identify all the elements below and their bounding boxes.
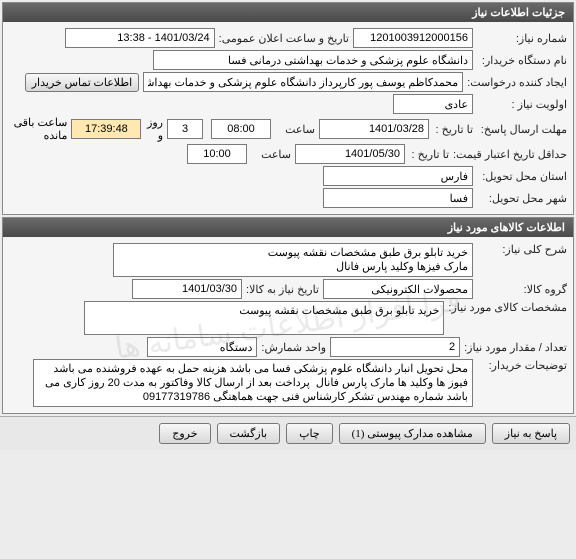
price-valid-time-field[interactable] — [187, 144, 247, 164]
need-info-panel: جزئیات اطلاعات نیاز شماره نیاز: تاریخ و … — [2, 2, 574, 215]
buyer-org-field[interactable] — [153, 50, 473, 70]
priority-label: اولویت نیاز : — [477, 98, 567, 111]
action-bar: پاسخ به نیاز مشاهده مدارک پیوستی (1) چاپ… — [0, 416, 576, 450]
item-spec-field[interactable] — [84, 301, 444, 335]
city-field[interactable] — [323, 188, 473, 208]
days-label: روز و — [145, 116, 163, 142]
announce-field[interactable] — [65, 28, 215, 48]
time-label-1: ساعت — [275, 123, 315, 136]
to-date-label-2: تا تاریخ : — [409, 148, 449, 161]
buyer-note-field[interactable] — [33, 359, 473, 407]
need-no-label: شماره نیاز: — [477, 32, 567, 45]
creator-field[interactable] — [143, 72, 463, 92]
unit-label: واحد شمارش: — [261, 341, 326, 354]
deadline-date-field[interactable] — [319, 119, 429, 139]
desc-field[interactable] — [113, 243, 473, 277]
items-info-header: اطلاعات کالاهای مورد نیاز — [3, 218, 573, 237]
contact-buyer-button[interactable]: اطلاعات تماس خریدار — [25, 73, 139, 92]
qty-field[interactable] — [330, 337, 460, 357]
buyer-org-label: نام دستگاه خریدار: — [477, 54, 567, 67]
deadline-label: مهلت ارسال پاسخ: — [477, 123, 567, 136]
need-info-header: جزئیات اطلاعات نیاز — [3, 3, 573, 22]
deadline-time-field[interactable] — [211, 119, 271, 139]
group-label: گروه کالا: — [477, 283, 567, 296]
creator-label: ایجاد کننده درخواست: — [467, 76, 567, 89]
need-date-field[interactable] — [132, 279, 242, 299]
need-date-label: تاریخ نیاز به کالا: — [246, 283, 319, 296]
countdown-field — [71, 119, 141, 139]
province-field[interactable] — [323, 166, 473, 186]
price-valid-label: حداقل تاریخ اعتبار قیمت: — [453, 148, 567, 161]
buyer-note-label: توضیحات خریدار: — [477, 359, 567, 372]
priority-field[interactable] — [393, 94, 473, 114]
desc-label: شرح کلی نیاز: — [477, 243, 567, 256]
price-valid-date-field[interactable] — [295, 144, 405, 164]
province-label: استان محل تحویل: — [477, 170, 567, 183]
time-label-2: ساعت — [251, 148, 291, 161]
item-spec-label: مشخصات کالای مورد نیاز: — [448, 301, 567, 314]
to-date-label: تا تاریخ : — [433, 123, 473, 136]
remain-label: ساعت باقی مانده — [9, 116, 67, 142]
exit-button[interactable]: خروج — [159, 423, 210, 444]
announce-label: تاریخ و ساعت اعلان عمومی: — [219, 32, 349, 45]
print-button[interactable]: چاپ — [286, 423, 333, 444]
qty-label: تعداد / مقدار مورد نیاز: — [464, 341, 567, 354]
items-info-panel: اطلاعات کالاهای مورد نیاز فرا افزار اطلا… — [2, 217, 574, 414]
group-field[interactable] — [323, 279, 473, 299]
days-remaining-field — [167, 119, 203, 139]
back-button[interactable]: بازگشت — [217, 423, 281, 444]
need-no-field[interactable] — [353, 28, 473, 48]
attachments-button[interactable]: مشاهده مدارک پیوستی (1) — [339, 423, 486, 444]
city-label: شهر محل تحویل: — [477, 192, 567, 205]
unit-field[interactable] — [147, 337, 257, 357]
respond-button[interactable]: پاسخ به نیاز — [492, 423, 570, 444]
